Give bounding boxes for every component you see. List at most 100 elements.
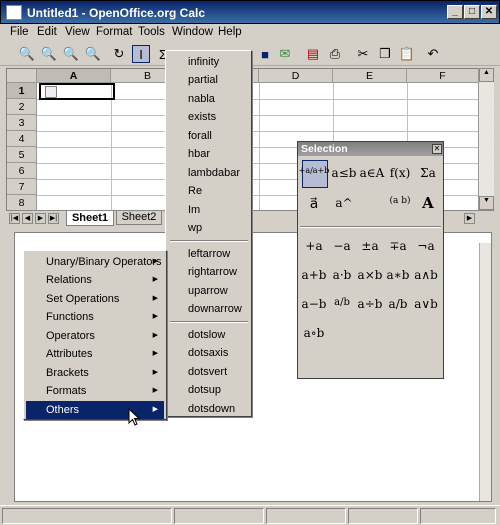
- menu-item-unary-binary[interactable]: Unary/Binary Operators ▶: [26, 253, 164, 271]
- submenu-arrow-icon: ▶: [152, 369, 158, 376]
- symbol-a-and-b[interactable]: a∧b: [408, 268, 444, 282]
- tab-sheet2[interactable]: Sheet2: [116, 211, 162, 225]
- zoom-in-icon[interactable]: 🔍: [18, 45, 36, 63]
- submenu-arrow-icon: ▶: [152, 387, 158, 394]
- menu-format[interactable]: Format: [96, 26, 132, 38]
- submenu-wp[interactable]: wp: [188, 219, 202, 237]
- editor-scrollbar[interactable]: [479, 243, 491, 501]
- menu-item-brackets[interactable]: Brackets ▶: [26, 364, 164, 382]
- last-sheet-icon[interactable]: ▶|: [48, 213, 59, 224]
- scroll-down-arrow-icon[interactable]: ▼: [479, 196, 494, 210]
- row-header-1[interactable]: 1: [7, 83, 37, 99]
- menu-item-formats[interactable]: Formats ▶: [26, 382, 164, 400]
- next-sheet-icon[interactable]: ▶: [35, 213, 46, 224]
- column-header-e[interactable]: E: [333, 69, 407, 83]
- submenu-downarrow[interactable]: downarrow: [188, 300, 242, 318]
- submenu-rightarrow[interactable]: rightarrow: [188, 263, 237, 281]
- scroll-up-arrow-icon[interactable]: ▲: [479, 68, 494, 82]
- hscroll-right-arrow-icon[interactable]: ▶: [464, 213, 475, 224]
- prev-sheet-icon[interactable]: ◀: [22, 213, 33, 224]
- category-brackets[interactable]: a^: [326, 196, 362, 210]
- menu-window[interactable]: Window: [172, 26, 213, 38]
- symbol-not-a[interactable]: ¬a: [408, 239, 444, 253]
- paste-icon[interactable]: 📋: [398, 45, 416, 63]
- submenu-re[interactable]: Re: [188, 182, 202, 200]
- context-menu: Unary/Binary Operators ▶ Relations ▶ Set O…: [23, 250, 167, 420]
- pdf-icon[interactable]: ▤: [304, 45, 322, 63]
- submenu-leftarrow[interactable]: leftarrow: [188, 245, 230, 263]
- row-header-7[interactable]: 7: [7, 179, 37, 195]
- column-header-f[interactable]: F: [407, 69, 479, 83]
- symbol-a-or-b[interactable]: a∨b: [408, 297, 444, 311]
- menu-item-label: Functions: [46, 311, 94, 323]
- mail-icon[interactable]: ✉: [276, 45, 294, 63]
- formula-cursor-icon[interactable]: I: [132, 45, 150, 63]
- column-header-a[interactable]: A: [37, 69, 111, 83]
- active-cell-a1[interactable]: [39, 83, 115, 100]
- minimize-button[interactable]: _: [447, 5, 463, 19]
- menu-help[interactable]: Help: [218, 26, 242, 38]
- corner-cell[interactable]: [7, 69, 37, 83]
- row-header-5[interactable]: 5: [7, 147, 37, 163]
- status-bar: [0, 505, 500, 525]
- close-button[interactable]: ✕: [481, 5, 497, 19]
- submenu-hbar[interactable]: hbar: [188, 145, 210, 163]
- submenu-dotslow[interactable]: dotslow: [188, 326, 225, 344]
- menu-item-label: Brackets: [46, 367, 89, 379]
- selection-title-text: Selection: [301, 143, 348, 155]
- submenu-dotsdown[interactable]: dotsdown: [188, 400, 235, 418]
- submenu-partial[interactable]: partial: [188, 71, 218, 89]
- menu-item-attributes[interactable]: Attributes ▶: [26, 345, 164, 363]
- zoom-all-icon[interactable]: 🔍: [84, 45, 102, 63]
- maximize-button[interactable]: □: [464, 5, 480, 19]
- submenu-arrow-icon: ▶: [152, 350, 158, 357]
- zoom-100-icon[interactable]: 🔍: [62, 45, 80, 63]
- menu-item-functions[interactable]: Functions ▶: [26, 308, 164, 326]
- category-operators[interactable]: Σa: [410, 166, 446, 180]
- menu-item-label: Set Operations: [46, 293, 120, 305]
- submenu-uparrow[interactable]: uparrow: [188, 282, 228, 300]
- selection-close-icon[interactable]: ✕: [432, 144, 442, 154]
- submenu-nabla[interactable]: nabla: [188, 90, 215, 108]
- menu-edit[interactable]: Edit: [37, 26, 57, 38]
- submenu-dotsup[interactable]: dotsup: [188, 381, 221, 399]
- menu-item-label: Formats: [46, 385, 87, 397]
- cut-icon[interactable]: ✂: [354, 45, 372, 63]
- submenu-arrow-icon: ▶: [152, 406, 158, 413]
- submenu-separator: [170, 321, 248, 323]
- vertical-scrollbar[interactable]: ▲ ▼: [478, 68, 494, 214]
- submenu-dotsaxis[interactable]: dotsaxis: [188, 344, 228, 362]
- row-header-4[interactable]: 4: [7, 131, 37, 147]
- submenu-dotsvert[interactable]: dotsvert: [188, 363, 227, 381]
- submenu-im[interactable]: Im: [188, 201, 200, 219]
- row-header-3[interactable]: 3: [7, 115, 37, 131]
- copy-icon[interactable]: ❐: [376, 45, 394, 63]
- update-icon[interactable]: ↻: [110, 45, 128, 63]
- submenu-infinity[interactable]: infinity: [188, 53, 219, 71]
- column-header-d[interactable]: D: [259, 69, 333, 83]
- tab-sheet1[interactable]: Sheet1: [66, 211, 114, 226]
- zoom-out-icon[interactable]: 🔍: [40, 45, 58, 63]
- undo-icon[interactable]: ↶: [424, 45, 442, 63]
- submenu-exists[interactable]: exists: [188, 108, 216, 126]
- menu-file[interactable]: File: [10, 26, 29, 38]
- menu-item-label: Others: [46, 404, 80, 416]
- print-icon[interactable]: ⎙: [326, 45, 344, 63]
- menu-view[interactable]: View: [65, 26, 90, 38]
- menu-item-operators[interactable]: Operators ▶: [26, 327, 164, 345]
- row-header-6[interactable]: 6: [7, 163, 37, 179]
- formula-object-icon[interactable]: [45, 86, 57, 98]
- row-header-2[interactable]: 2: [7, 99, 37, 115]
- menu-item-set-operations[interactable]: Set Operations ▶: [26, 290, 164, 308]
- symbol-a-circ-b[interactable]: a∘b: [296, 326, 332, 340]
- first-sheet-icon[interactable]: |◀: [9, 213, 20, 224]
- menu-item-others[interactable]: Others ▶: [26, 401, 164, 419]
- submenu-forall[interactable]: forall: [188, 127, 212, 145]
- submenu-lambdabar[interactable]: lambdabar: [188, 164, 240, 182]
- menu-item-relations[interactable]: Relations ▶: [26, 271, 164, 289]
- save-icon[interactable]: ■: [256, 45, 274, 63]
- category-others[interactable]: A: [410, 194, 446, 212]
- menu-tools[interactable]: Tools: [138, 26, 165, 38]
- row-header-8[interactable]: 8: [7, 195, 37, 211]
- selection-window: Selection ✕ +a/a+b a≤b a∈A f(x) Σa a⃗ a^…: [297, 141, 444, 379]
